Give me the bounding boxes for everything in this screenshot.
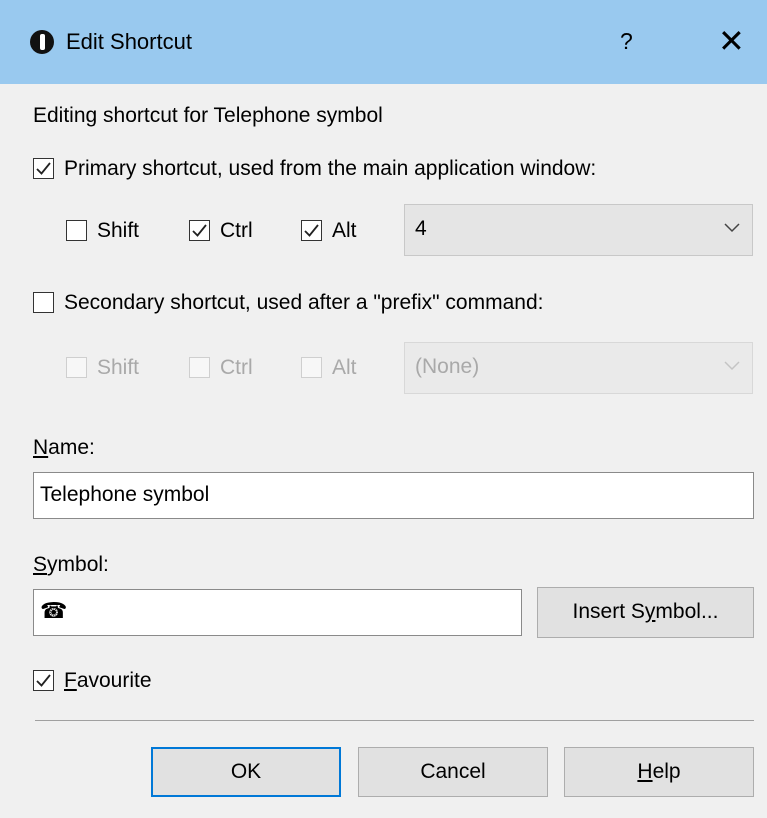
primary-ctrl-label: Ctrl: [220, 219, 253, 242]
chevron-down-icon: [724, 223, 740, 233]
primary-shortcut-label: Primary shortcut, used from the main app…: [64, 157, 597, 180]
primary-alt-label: Alt: [332, 219, 357, 242]
symbol-label: Symbol:: [33, 553, 109, 576]
primary-shift-label: Shift: [97, 219, 140, 242]
checkmark-icon: [36, 674, 51, 687]
title-bar: Edit Shortcut ? ✕: [0, 0, 767, 84]
primary-shift-checkbox[interactable]: [66, 220, 87, 241]
primary-shortcut-checkbox[interactable]: [33, 158, 54, 179]
secondary-ctrl-label: Ctrl: [220, 356, 253, 379]
favourite-checkbox[interactable]: [33, 670, 54, 691]
divider: [35, 720, 754, 721]
app-info-icon: [30, 30, 54, 54]
close-icon[interactable]: ✕: [718, 22, 745, 60]
help-button[interactable]: Help: [564, 747, 754, 797]
cancel-button[interactable]: Cancel: [358, 747, 548, 797]
secondary-shift-label: Shift: [97, 356, 140, 379]
secondary-alt-checkbox[interactable]: [301, 357, 322, 378]
secondary-shortcut-checkbox[interactable]: [33, 292, 54, 313]
checkmark-icon: [36, 162, 51, 175]
insert-symbol-button[interactable]: Insert Symbol...: [537, 587, 754, 638]
primary-ctrl-checkbox[interactable]: [189, 220, 210, 241]
name-label: Name:: [33, 436, 95, 459]
help-icon[interactable]: ?: [620, 28, 633, 55]
name-value: Telephone symbol: [40, 483, 210, 506]
description-text: Editing shortcut for Telephone symbol: [33, 104, 383, 127]
secondary-key-value: (None): [415, 355, 480, 378]
secondary-key-dropdown[interactable]: (None): [404, 342, 753, 394]
secondary-alt-label: Alt: [332, 356, 357, 379]
checkmark-icon: [192, 224, 207, 237]
primary-key-value: 4: [415, 217, 427, 240]
dialog-title: Edit Shortcut: [66, 29, 192, 54]
checkmark-icon: [304, 224, 319, 237]
symbol-input[interactable]: ☎: [33, 589, 522, 636]
ok-button[interactable]: OK: [151, 747, 341, 797]
secondary-shift-checkbox[interactable]: [66, 357, 87, 378]
primary-alt-checkbox[interactable]: [301, 220, 322, 241]
symbol-value: ☎: [40, 598, 68, 623]
name-input[interactable]: Telephone symbol: [33, 472, 754, 519]
primary-key-dropdown[interactable]: 4: [404, 204, 753, 256]
secondary-ctrl-checkbox[interactable]: [189, 357, 210, 378]
favourite-label: Favourite: [64, 669, 152, 692]
chevron-down-icon: [724, 361, 740, 371]
secondary-shortcut-label: Secondary shortcut, used after a "prefix…: [64, 291, 544, 314]
